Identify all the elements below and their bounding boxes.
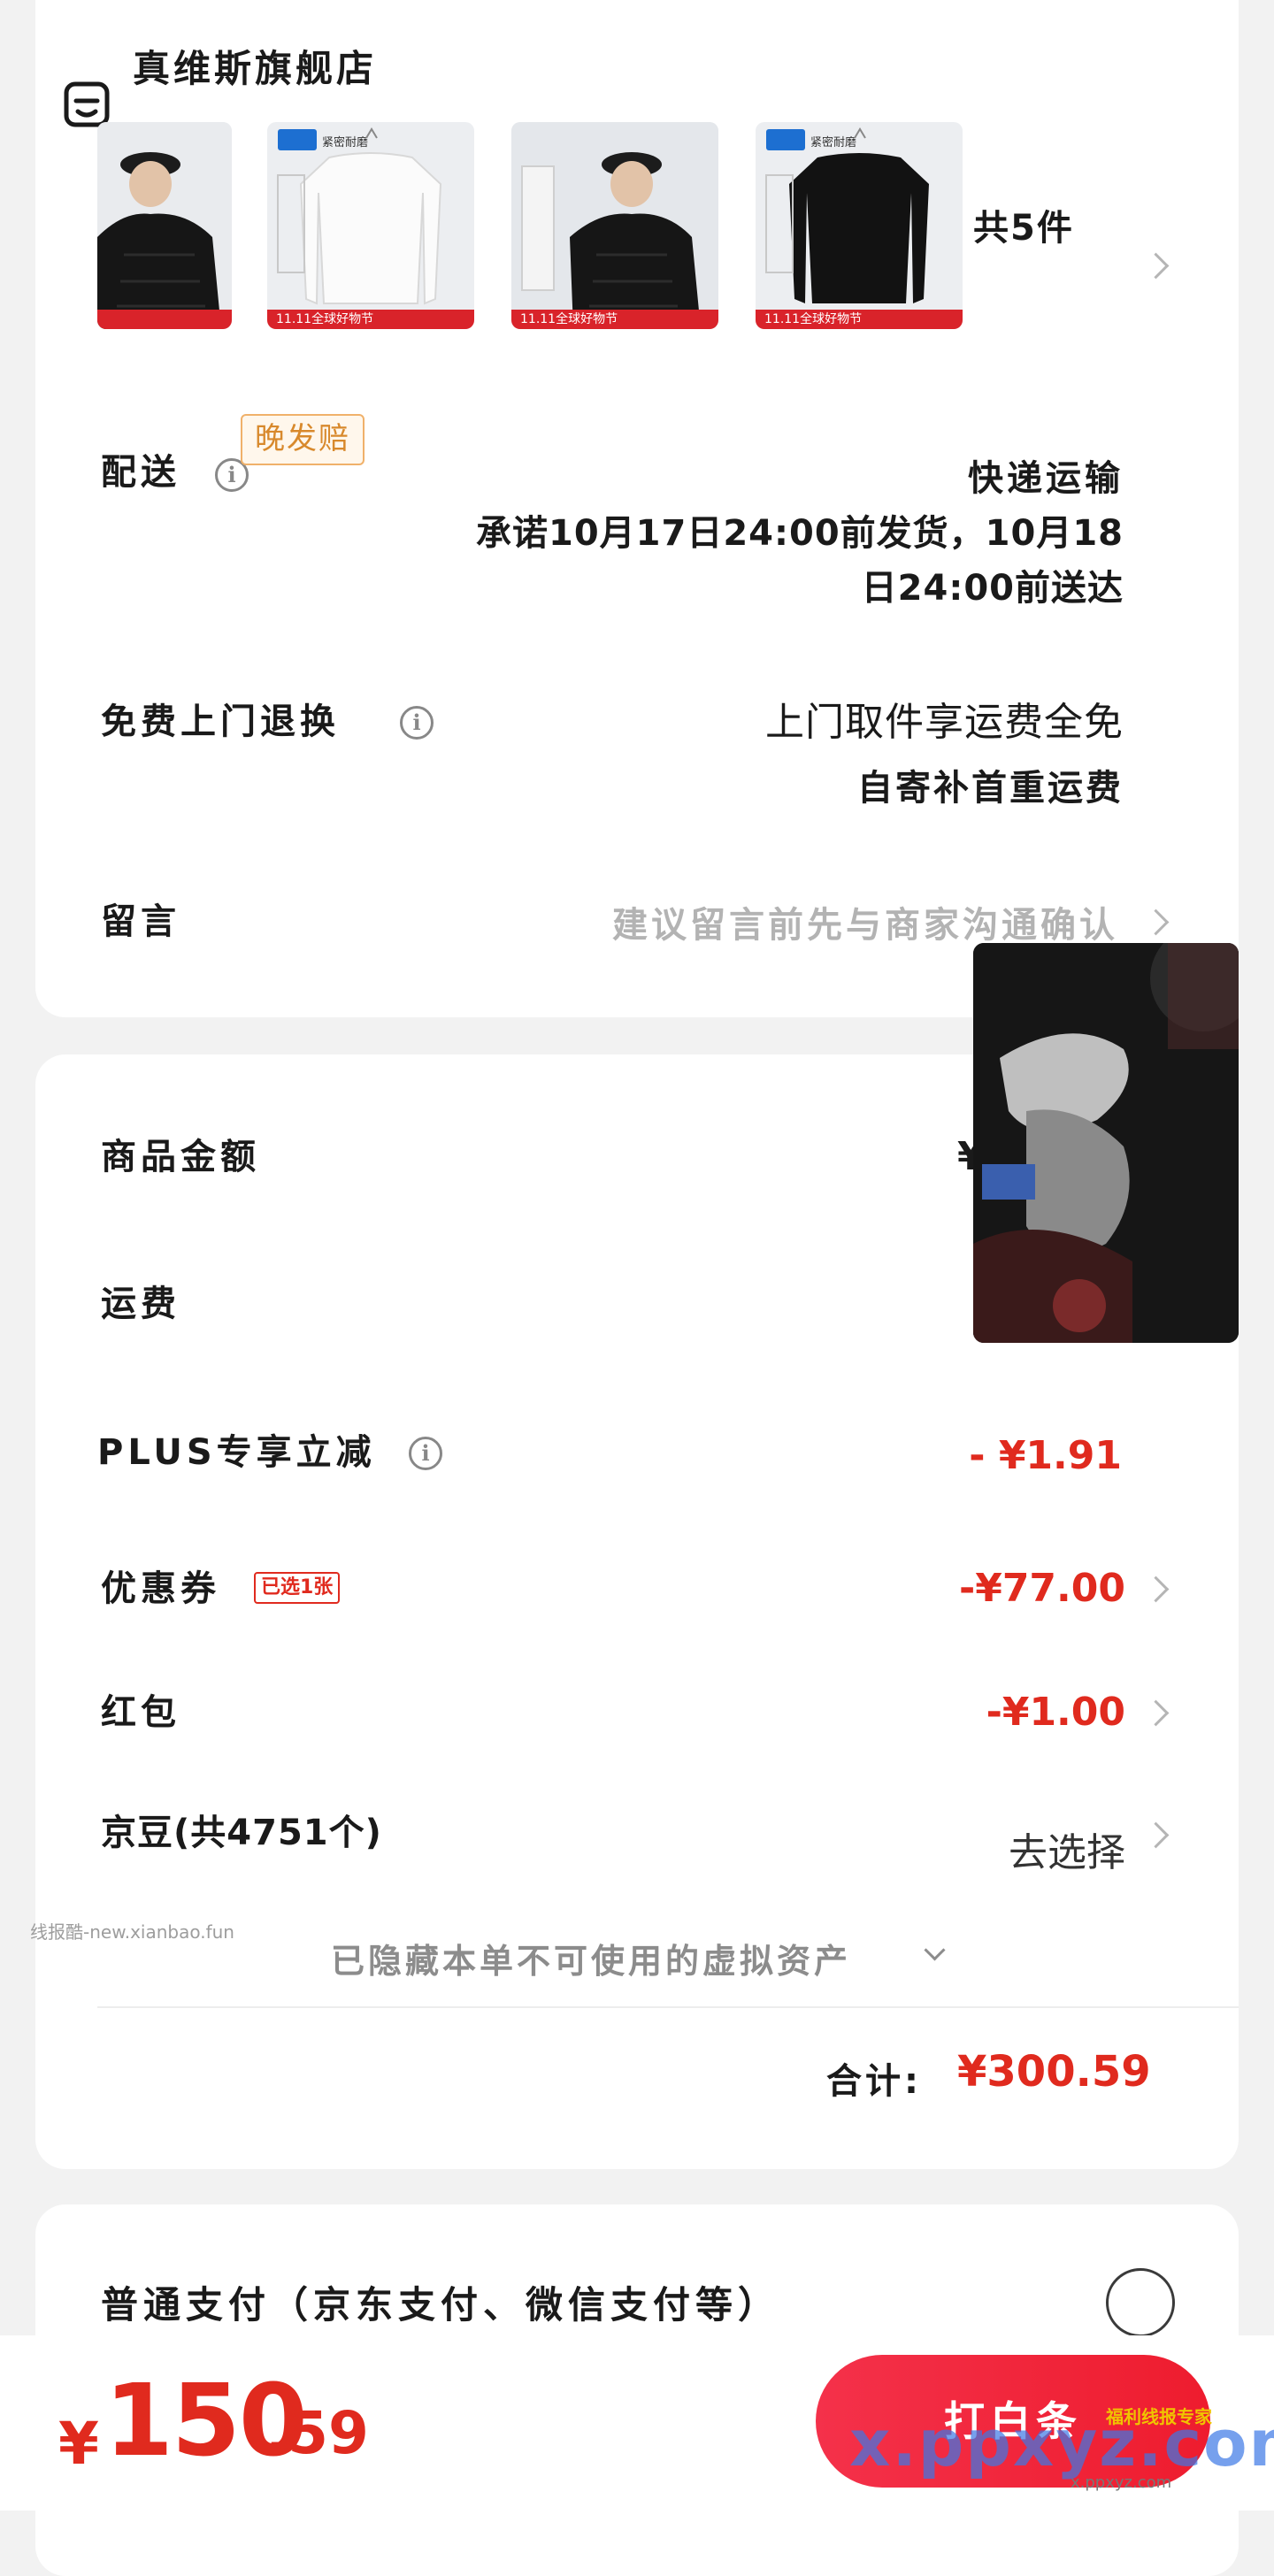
plus-discount-label: PLUS专享立减 (97, 1432, 376, 1473)
white-tee-image (277, 127, 442, 305)
delivery-promise-line2: 日24:00前送达 (861, 568, 1124, 609)
divider (97, 2006, 1239, 2008)
return-line2: 自寄补首重运费 (857, 768, 1124, 809)
watermark-badge: 福利线报专家 (1106, 2406, 1212, 2427)
product-thumbnail[interactable]: 11.11全球好物节 (511, 122, 718, 329)
floating-video-window[interactable] (973, 943, 1239, 1343)
info-icon[interactable]: i (400, 706, 434, 740)
hidden-assets-toggle[interactable]: 已隐藏本单不可使用的虚拟资产 (331, 1934, 851, 1982)
final-price-decimal: .59 (265, 2399, 369, 2467)
jingdou-choose[interactable]: 去选择 (1009, 1821, 1125, 1877)
delivery-promise-line1: 承诺10月17日24:00前发货，10月18 (476, 513, 1124, 554)
puffer-jacket-image (511, 122, 718, 329)
final-price-currency: ¥ (58, 2410, 99, 2478)
red-packet-value[interactable]: -¥1.00 (986, 1690, 1125, 1735)
coupon-label: 优惠券 (101, 1568, 220, 1609)
delivery-label: 配送 (101, 452, 180, 493)
shipping-label: 运费 (101, 1284, 180, 1324)
payment-method-label[interactable]: 普通支付（京东支付、微信支付等） (101, 2275, 780, 2329)
coupon-value[interactable]: -¥77.00 (959, 1566, 1125, 1611)
late-delivery-badge: 晚发赔 (241, 414, 365, 465)
coupon-selected-tag: 已选1张 (254, 1572, 341, 1604)
message-label: 留言 (101, 901, 180, 942)
info-icon[interactable]: i (409, 1437, 442, 1470)
product-thumbnail[interactable]: 紧密耐磨 11.11全球好物节 (756, 122, 963, 329)
free-return-label: 免费上门退换 (101, 702, 340, 742)
plus-discount-value: - ¥1.91 (969, 1433, 1122, 1478)
delivery-mode: 快递运输 (968, 458, 1124, 499)
black-tee-image (765, 127, 929, 303)
item-count[interactable]: 共5件 (973, 199, 1074, 250)
watermark-url-small: x.ppxyz.com (1071, 2473, 1172, 2492)
store-icon (64, 81, 110, 127)
watermark-text: 线报酷-new.xianbao.fun (30, 1921, 234, 1943)
total-label: 合计: (826, 2061, 922, 2102)
message-input[interactable]: 建议留言前先与商家沟通确认 (612, 896, 1118, 947)
jingdou-label: 京豆(共4751个) (101, 1813, 382, 1853)
payment-radio[interactable] (1106, 2268, 1175, 2337)
product-thumbnail[interactable]: 紧密耐磨 11.11全球好物节 (267, 122, 474, 329)
total-value: ¥300.59 (957, 2047, 1151, 2097)
red-packet-label: 红包 (101, 1692, 180, 1733)
puffer-jacket-image (97, 122, 232, 329)
return-line1: 上门取件享运费全免 (765, 700, 1124, 745)
product-thumbnail[interactable] (97, 122, 232, 329)
video-frame-image (973, 943, 1239, 1343)
store-name[interactable]: 真维斯旗舰店 (133, 42, 377, 96)
goods-amount-label: 商品金额 (101, 1137, 260, 1177)
